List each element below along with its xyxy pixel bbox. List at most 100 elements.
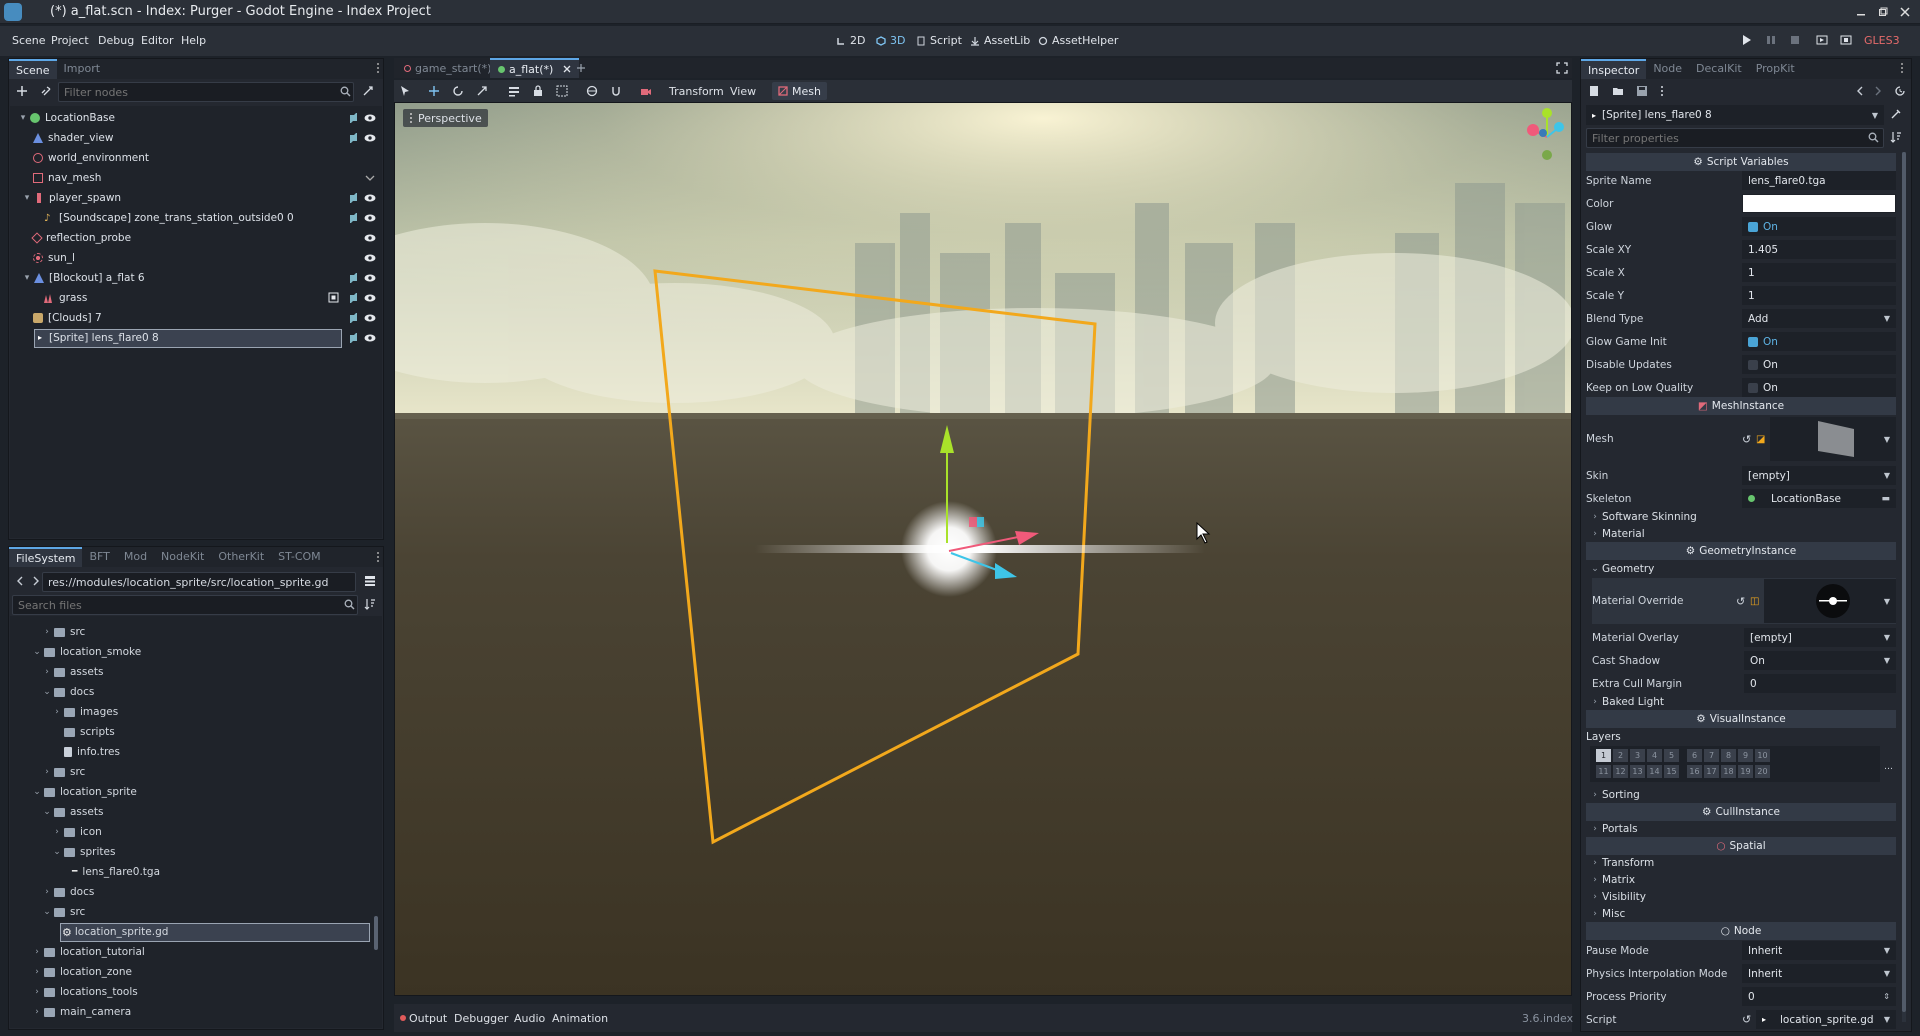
history-forward-icon[interactable] (1874, 86, 1882, 96)
close-tab-icon[interactable] (563, 65, 571, 73)
collapse-caret-icon[interactable]: ▾ (18, 113, 28, 123)
pause-mode-dropdown[interactable]: Inherit ▼ (1742, 941, 1896, 960)
tree-node-sprite-lens-flare[interactable]: ▸ [Sprite] lens_flare0 8 (38, 328, 159, 348)
physics-interp-dropdown[interactable]: Inherit ▼ (1742, 964, 1896, 983)
animation-tab[interactable]: Animation (552, 1012, 608, 1025)
disable-updates-checkbox[interactable]: On (1742, 355, 1896, 374)
scale-mode-icon[interactable] (476, 85, 488, 97)
group-software-skinning[interactable]: › Software Skinning (1590, 508, 1697, 525)
file-item-folder[interactable]: ⌄ location_sprite (32, 782, 137, 802)
scale-x-field[interactable]: 1 (1742, 263, 1896, 282)
layer-bit-13[interactable]: 13 (1630, 765, 1645, 778)
tab-import[interactable]: Import (57, 59, 108, 79)
layer-bit-3[interactable]: 3 (1630, 749, 1645, 762)
tree-node-grass[interactable]: grass (44, 288, 87, 308)
tab-nodekit[interactable]: NodeKit (154, 547, 211, 567)
script-attached-icon[interactable] (348, 332, 358, 344)
section-mesh-instance[interactable]: ◩ MeshInstance (1586, 397, 1896, 415)
file-item-folder[interactable]: › location_zone (32, 962, 132, 982)
menu-debug[interactable]: Debug (98, 34, 134, 47)
play-custom-scene-icon[interactable] (1840, 35, 1852, 45)
output-tab[interactable]: Output (409, 1012, 447, 1025)
scale-y-field[interactable]: 1 (1742, 286, 1896, 305)
cast-shadow-dropdown[interactable]: On ▼ (1744, 651, 1896, 670)
main-2d-button[interactable]: 2D (836, 34, 865, 47)
filter-nodes-input[interactable] (58, 82, 354, 102)
select-mode-icon[interactable] (400, 85, 410, 97)
layer-bit-10[interactable]: 10 (1755, 749, 1770, 762)
new-resource-icon[interactable] (1588, 85, 1600, 97)
process-priority-spinbox[interactable]: 0 ⇕ (1742, 987, 1896, 1006)
collapse-caret-icon[interactable]: ▾ (22, 193, 32, 203)
layer-bit-7[interactable]: 7 (1704, 749, 1719, 762)
extra-cull-margin-field[interactable]: 0 (1744, 674, 1896, 693)
skin-resource-picker[interactable]: [empty] ▼ (1742, 466, 1896, 485)
visibility-eye-icon[interactable] (364, 193, 376, 203)
visibility-eye-icon[interactable] (364, 313, 376, 323)
main-3d-button[interactable]: 3D (876, 34, 905, 47)
audio-tab[interactable]: Audio (514, 1012, 545, 1025)
layer-bit-5[interactable]: 5 (1664, 749, 1679, 762)
file-item-folder[interactable]: ⌄ src (42, 902, 85, 922)
gizmo-plane-handle[interactable] (969, 517, 977, 527)
tree-node-shader-view[interactable]: shader_view (33, 128, 113, 148)
add-node-icon[interactable] (16, 85, 28, 97)
stop-icon[interactable] (1790, 35, 1800, 45)
scene-tab-a-flat[interactable]: a_flat(*) (490, 58, 580, 78)
tab-node[interactable]: Node (1646, 59, 1689, 79)
filter-properties-input[interactable] (1586, 128, 1884, 148)
file-item-folder[interactable]: › src (42, 762, 85, 782)
blend-type-dropdown[interactable]: Add ▼ (1742, 309, 1896, 328)
object-history-icon[interactable] (1894, 85, 1906, 97)
tab-otherkit[interactable]: OtherKit (211, 547, 271, 567)
play-scene-icon[interactable] (1816, 35, 1828, 45)
file-item-folder[interactable]: ⌄ assets (42, 802, 103, 822)
debugger-tab[interactable]: Debugger (454, 1012, 508, 1025)
group-matrix[interactable]: › Matrix (1590, 871, 1635, 888)
group-material[interactable]: › Material (1590, 525, 1644, 542)
script-attached-icon[interactable] (348, 112, 358, 124)
group-misc[interactable]: › Misc (1590, 905, 1625, 922)
scene-tab-game-start[interactable]: game_start(*) (396, 58, 499, 78)
section-visual-instance[interactable]: ⚙ VisualInstance (1586, 710, 1896, 728)
back-arrow-icon[interactable] (16, 576, 24, 586)
section-cull-instance[interactable]: ⚙ CullInstance (1586, 803, 1896, 821)
visibility-eye-icon[interactable] (364, 253, 376, 263)
skeleton-nodepath-field[interactable]: LocationBase ▬ (1742, 489, 1896, 508)
transform-menu[interactable]: Transform (669, 85, 724, 98)
material-override-preview[interactable]: ▼ (1764, 579, 1896, 623)
tab-mod[interactable]: Mod (117, 547, 154, 567)
layer-bit-6[interactable]: 6 (1687, 749, 1702, 762)
collapse-chevron-icon[interactable] (364, 174, 376, 182)
rotate-mode-icon[interactable] (452, 85, 464, 97)
glow-checkbox[interactable]: On (1742, 217, 1896, 236)
tab-inspector[interactable]: Inspector (1581, 59, 1647, 79)
snap-icon[interactable] (610, 85, 622, 97)
inspector-menu-icon[interactable] (1660, 85, 1664, 97)
material-overlay-picker[interactable]: [empty] ▼ (1744, 628, 1896, 647)
layer-bit-14[interactable]: 14 (1647, 765, 1662, 778)
main-script-button[interactable]: Script (916, 34, 962, 47)
file-item-folder[interactable]: › locations_tools (32, 982, 138, 1002)
dock-menu-icon[interactable] (376, 62, 380, 74)
menu-scene[interactable]: Scene (12, 34, 46, 47)
tree-node-reflection-probe[interactable]: reflection_probe (31, 228, 131, 248)
split-view-icon[interactable] (364, 575, 376, 587)
mesh-menu[interactable]: Mesh (772, 82, 827, 100)
glow-game-init-checkbox[interactable]: On (1742, 332, 1896, 351)
file-item-folder[interactable]: scripts (64, 722, 115, 742)
file-item-folder[interactable]: › location_tutorial (32, 942, 145, 962)
minimize-icon[interactable] (1852, 3, 1870, 21)
search-files-input[interactable] (12, 595, 358, 615)
script-attached-icon[interactable] (348, 312, 358, 324)
camera-preview-icon[interactable] (640, 85, 652, 97)
file-item-folder[interactable]: › src (42, 622, 85, 642)
property-sort-icon[interactable] (1890, 131, 1902, 143)
file-item-folder[interactable]: ⌄ sprites (52, 842, 115, 862)
distraction-free-icon[interactable] (1556, 62, 1568, 74)
layer-bit-18[interactable]: 18 (1721, 765, 1736, 778)
visibility-eye-icon[interactable] (364, 213, 376, 223)
file-item-folder[interactable]: ⌄ docs (42, 682, 94, 702)
layer-bit-2[interactable]: 2 (1613, 749, 1628, 762)
file-item-folder[interactable]: › images (52, 702, 118, 722)
